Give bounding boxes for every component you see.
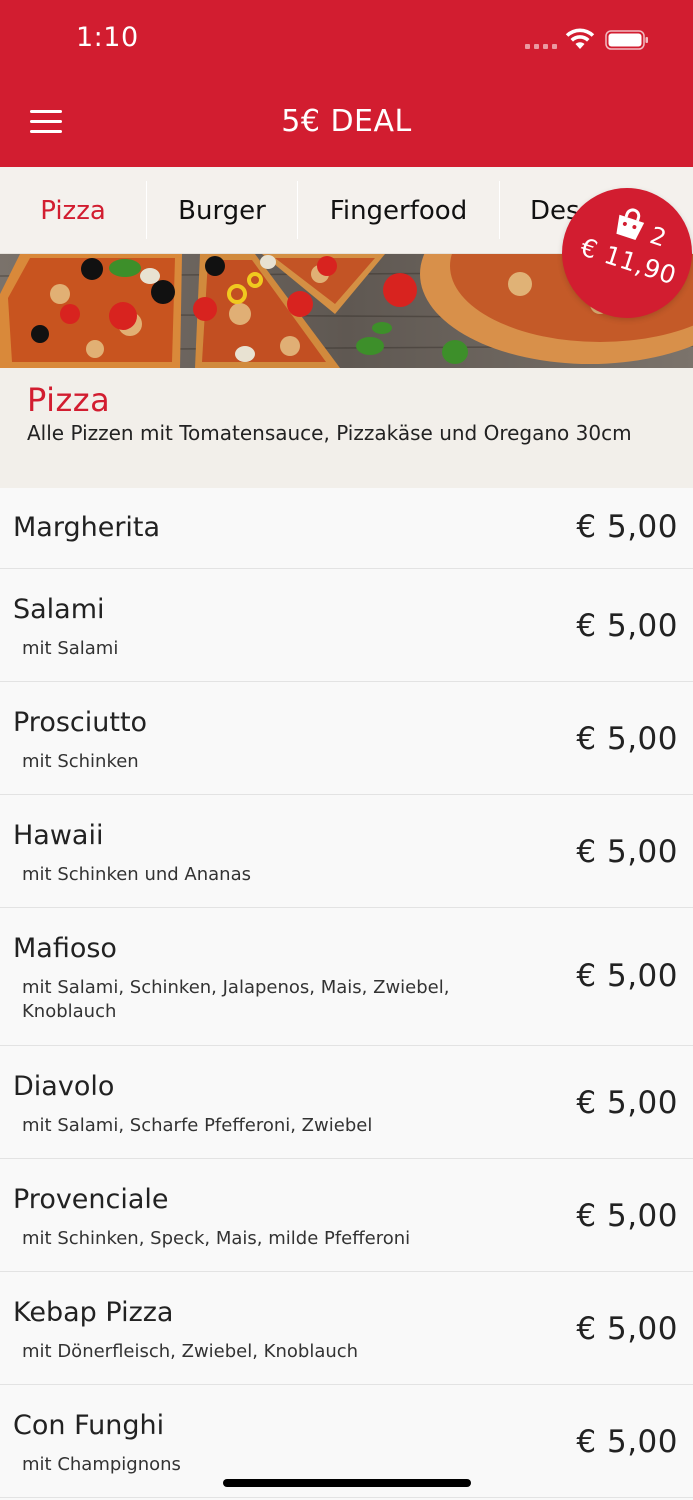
item-name: Provenciale bbox=[13, 1184, 169, 1215]
item-price: € 5,00 bbox=[576, 1085, 678, 1121]
list-item-margherita[interactable]: Margherita € 5,00 bbox=[0, 488, 693, 569]
tab-burger[interactable]: Burger bbox=[147, 167, 297, 253]
item-description: mit Dönerfleisch, Zwiebel, Knoblauch bbox=[22, 1341, 359, 1362]
page-title: 5€ DEAL bbox=[281, 104, 412, 139]
list-item-hawaii[interactable]: Hawaii mit Schinken und Ananas € 5,00 bbox=[0, 795, 693, 908]
item-name: Prosciutto bbox=[13, 707, 148, 738]
app-header: 5€ DEAL bbox=[0, 80, 693, 167]
section-header: Pizza Alle Pizzen mit Tomatensauce, Pizz… bbox=[0, 368, 693, 488]
list-item-kebap-pizza[interactable]: Kebap Pizza mit Dönerfleisch, Zwiebel, K… bbox=[0, 1272, 693, 1385]
wifi-icon bbox=[565, 28, 595, 49]
item-name: Salami bbox=[13, 594, 105, 625]
home-indicator[interactable] bbox=[223, 1479, 471, 1487]
item-name: Con Funghi bbox=[13, 1410, 165, 1441]
cart-count: 2 bbox=[646, 221, 670, 253]
item-description: mit Champignons bbox=[22, 1454, 181, 1475]
battery-icon bbox=[605, 30, 648, 50]
section-title: Pizza bbox=[27, 381, 111, 419]
list-item-salami[interactable]: Salami mit Salami € 5,00 bbox=[0, 569, 693, 682]
list-item-diavolo[interactable]: Diavolo mit Salami, Scharfe Pfefferoni, … bbox=[0, 1046, 693, 1159]
status-bar: 1:10 bbox=[0, 0, 693, 80]
item-price: € 5,00 bbox=[576, 834, 678, 870]
item-price: € 5,00 bbox=[576, 608, 678, 644]
item-name: Margherita bbox=[13, 512, 161, 543]
item-price: € 5,00 bbox=[576, 1198, 678, 1234]
item-price: € 5,00 bbox=[576, 1424, 678, 1460]
item-price: € 5,00 bbox=[576, 721, 678, 757]
section-description: Alle Pizzen mit Tomatensauce, Pizzakäse … bbox=[27, 421, 632, 445]
item-description: mit Schinken und Ananas bbox=[22, 864, 251, 885]
tab-fingerfood[interactable]: Fingerfood bbox=[298, 167, 499, 253]
status-time: 1:10 bbox=[76, 22, 139, 53]
item-name: Kebap Pizza bbox=[13, 1297, 174, 1328]
shopping-bag-icon bbox=[616, 208, 645, 240]
item-price: € 5,00 bbox=[576, 509, 678, 545]
tab-label: Fingerfood bbox=[329, 195, 468, 226]
item-price: € 5,00 bbox=[576, 1311, 678, 1347]
list-item-provenciale[interactable]: Provenciale mit Schinken, Speck, Mais, m… bbox=[0, 1159, 693, 1272]
cellular-signal-icon bbox=[525, 44, 557, 49]
item-name: Hawaii bbox=[13, 820, 104, 851]
tab-pizza[interactable]: Pizza bbox=[0, 167, 146, 253]
item-description: mit Salami, Scharfe Pfefferoni, Zwiebel bbox=[22, 1115, 373, 1136]
item-description: mit Schinken, Speck, Mais, milde Pfeffer… bbox=[22, 1228, 411, 1249]
item-name: Mafioso bbox=[13, 933, 117, 964]
tab-label: Pizza bbox=[40, 195, 106, 226]
item-price: € 5,00 bbox=[576, 958, 678, 994]
item-description: mit Schinken bbox=[22, 751, 139, 772]
list-item-mafioso[interactable]: Mafioso mit Salami, Schinken, Jalapenos,… bbox=[0, 908, 693, 1046]
item-name: Diavolo bbox=[13, 1071, 115, 1102]
cart-button[interactable]: 2 € 11,90 bbox=[562, 188, 692, 318]
product-list: Margherita € 5,00 Salami mit Salami € 5,… bbox=[0, 488, 693, 1498]
item-description: mit Salami bbox=[22, 638, 119, 659]
item-description: mit Salami, Schinken, Jalapenos, Mais, Z… bbox=[22, 977, 450, 1022]
tab-label: Burger bbox=[178, 195, 266, 226]
list-item-prosciutto[interactable]: Prosciutto mit Schinken € 5,00 bbox=[0, 682, 693, 795]
